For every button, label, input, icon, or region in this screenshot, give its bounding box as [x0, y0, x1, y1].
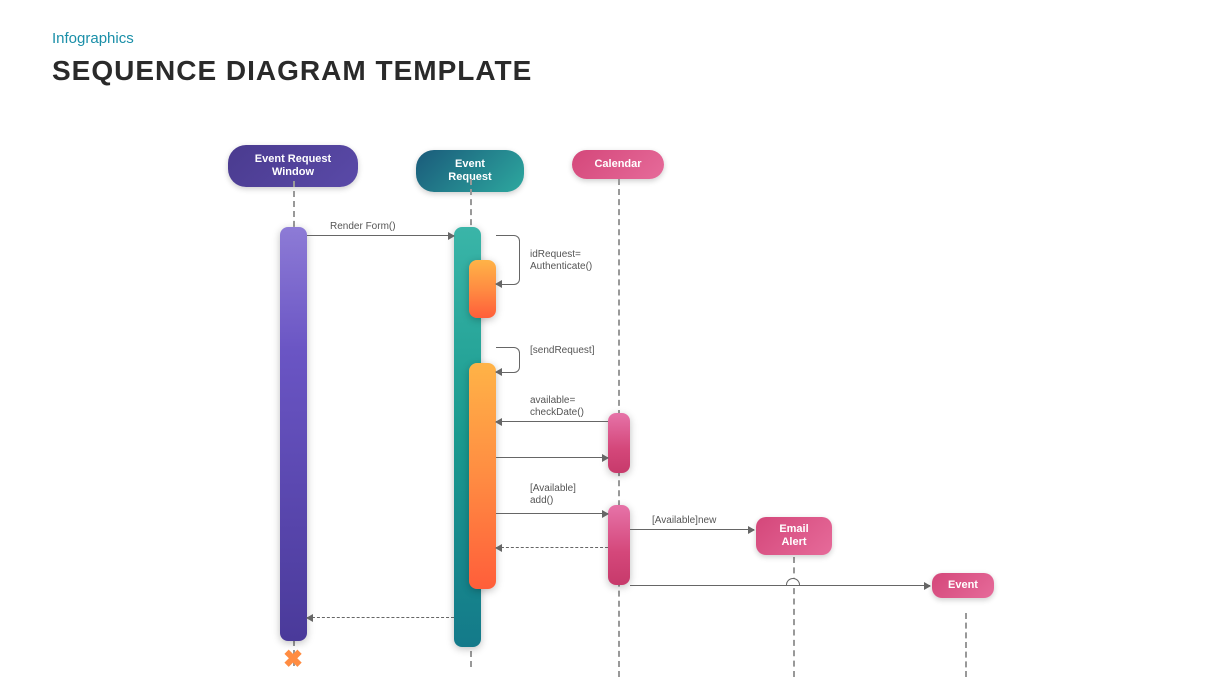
label-send-request: [sendRequest]: [530, 345, 595, 357]
arrow-available-new: [630, 529, 754, 530]
arrow-available-add: [496, 513, 608, 514]
activation-send-request: [469, 363, 496, 589]
loop-send-request: [496, 347, 520, 373]
arrow-check-date-return: [496, 421, 608, 422]
arrow-add-return: [496, 547, 608, 548]
page-header: Infographics SEQUENCE DIAGRAM TEMPLATE: [52, 30, 532, 87]
label-available-new: [Available]new: [652, 515, 716, 527]
lifeline-event: [965, 613, 967, 677]
sequence-diagram: Event Request Window Event Request Calen…: [0, 145, 1227, 690]
close-icon: ✖: [283, 645, 303, 674]
actor-email-alert: Email Alert: [756, 517, 832, 555]
label-authenticate: idRequest= Authenticate(): [530, 249, 592, 273]
label-check-date: available= checkDate(): [530, 395, 584, 419]
arrow-to-event: [630, 585, 930, 586]
subtitle: Infographics: [52, 30, 532, 47]
activation-event-request-window: [280, 227, 307, 641]
label-available-add: [Available] add(): [530, 483, 576, 507]
page-title: SEQUENCE DIAGRAM TEMPLATE: [52, 55, 532, 87]
hop-icon: [786, 578, 800, 585]
arrow-to-calendar: [496, 457, 608, 458]
loop-authenticate: [496, 235, 520, 285]
activation-calendar-check: [608, 413, 630, 473]
actor-event: Event: [932, 573, 994, 598]
arrow-final-return: [307, 617, 454, 618]
label-render-form: Render Form(): [330, 221, 396, 233]
lifeline-email-alert: [793, 557, 795, 677]
actor-calendar: Calendar: [572, 150, 664, 179]
activation-calendar-add: [608, 505, 630, 585]
arrow-render-form: [307, 235, 454, 236]
activation-authenticate: [469, 260, 496, 318]
